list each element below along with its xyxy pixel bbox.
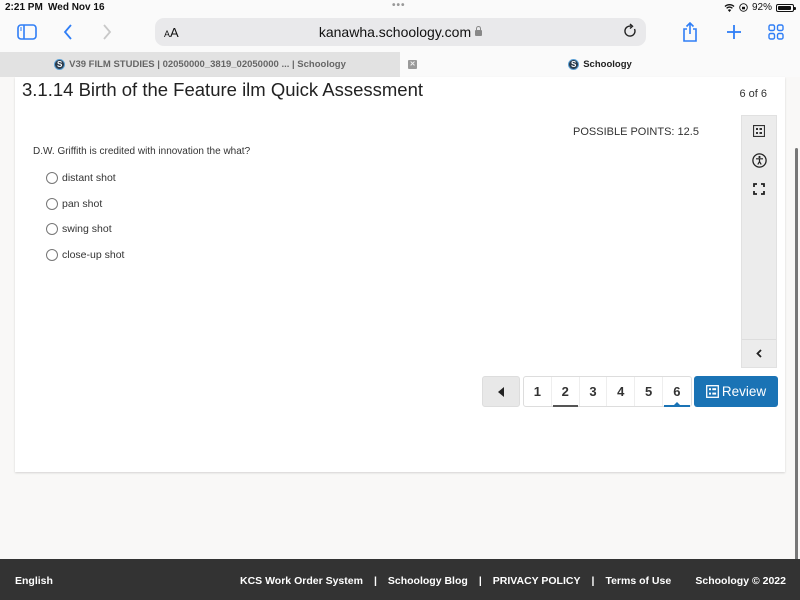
orientation-lock-icon bbox=[739, 3, 748, 12]
browser-toolbar: AA kanawha.schoology.com bbox=[0, 16, 800, 52]
tab-bar: S V39 FILM STUDIES | 02050000_3819_02050… bbox=[0, 52, 800, 77]
status-bar: 2:21 PM Wed Nov 16 ••• 92% bbox=[0, 0, 800, 16]
chevron-left-icon bbox=[756, 349, 762, 358]
page-button-2[interactable]: 2 bbox=[552, 377, 580, 407]
radio-button[interactable] bbox=[46, 172, 58, 184]
share-icon[interactable] bbox=[680, 21, 700, 43]
page-button-1[interactable]: 1 bbox=[524, 377, 552, 406]
battery-percent: 92% bbox=[751, 2, 772, 13]
answer-label: close-up shot bbox=[62, 249, 125, 261]
page-button-5[interactable]: 5 bbox=[635, 377, 663, 406]
forward-icon[interactable] bbox=[99, 23, 115, 41]
tab-film-studies[interactable]: S V39 FILM STUDIES | 02050000_3819_02050… bbox=[0, 52, 400, 77]
radio-button[interactable] bbox=[46, 223, 58, 235]
new-tab-icon[interactable] bbox=[724, 22, 744, 42]
status-date: Wed Nov 16 bbox=[48, 2, 105, 13]
collapse-panel-button[interactable] bbox=[742, 339, 776, 367]
footer-link-work-order[interactable]: KCS Work Order System bbox=[240, 575, 363, 587]
footer-link-privacy[interactable]: PRIVACY POLICY bbox=[493, 575, 581, 587]
footer-link-blog[interactable]: Schoology Blog bbox=[388, 575, 468, 587]
sidebar-toggle-icon[interactable] bbox=[16, 23, 38, 41]
close-tab-icon[interactable]: ✕ bbox=[408, 60, 417, 69]
radio-button[interactable] bbox=[46, 198, 58, 210]
footer-separator: | bbox=[373, 575, 377, 587]
schoology-favicon: S bbox=[568, 59, 580, 70]
footer-link-terms[interactable]: Terms of Use bbox=[605, 575, 671, 587]
status-time: 2:21 PM bbox=[5, 2, 43, 13]
url-text[interactable]: kanawha.schoology.com bbox=[155, 24, 646, 40]
page-button-3[interactable]: 3 bbox=[580, 377, 608, 406]
review-list-icon bbox=[705, 385, 719, 398]
question-pagination: 1 2 3 4 5 6 bbox=[523, 376, 692, 407]
back-icon[interactable] bbox=[60, 23, 76, 41]
answer-label: swing shot bbox=[62, 223, 112, 235]
multitasking-dots-icon[interactable]: ••• bbox=[392, 0, 406, 11]
answer-label: pan shot bbox=[62, 198, 103, 210]
answer-option[interactable]: pan shot bbox=[46, 196, 102, 212]
tab-label: Schoology bbox=[583, 59, 632, 70]
tab-overview-icon[interactable] bbox=[766, 22, 786, 42]
schoology-favicon: S bbox=[54, 59, 66, 70]
footer: English KCS Work Order System | Schoolog… bbox=[0, 559, 800, 600]
radio-button[interactable] bbox=[46, 249, 58, 261]
page-title: 3.1.14 Birth of the Feature ilm Quick As… bbox=[22, 79, 424, 100]
footer-links: KCS Work Order System | Schoology Blog |… bbox=[240, 575, 671, 587]
caret-left-icon bbox=[497, 386, 504, 397]
review-button[interactable]: Review bbox=[694, 376, 778, 407]
reload-icon[interactable] bbox=[622, 23, 640, 41]
status-right: 92% bbox=[724, 2, 796, 13]
tab-label: V39 FILM STUDIES | 02050000_3819_0205000… bbox=[69, 59, 346, 70]
review-label: Review bbox=[721, 384, 767, 399]
question-counter: 6 of 6 bbox=[739, 88, 767, 100]
url-value: kanawha.schoology.com bbox=[318, 24, 472, 40]
assessment-card: 3.1.14 Birth of the Feature ilm Quick As… bbox=[15, 77, 785, 472]
footer-separator: | bbox=[591, 575, 595, 587]
page-scrollbar[interactable] bbox=[795, 148, 798, 600]
page-button-6[interactable]: 6 bbox=[663, 377, 691, 407]
lock-icon bbox=[475, 26, 483, 36]
copyright: Schoology © 2022 bbox=[695, 575, 786, 587]
tab-schoology[interactable]: ✕ S Schoology bbox=[400, 52, 800, 77]
language-selector[interactable]: English bbox=[15, 575, 53, 587]
tool-panel bbox=[741, 115, 777, 368]
answer-option[interactable]: distant shot bbox=[46, 170, 116, 186]
battery-icon bbox=[776, 3, 796, 12]
page-button-4[interactable]: 4 bbox=[607, 377, 636, 406]
battery-fill bbox=[778, 5, 791, 10]
question-list-icon[interactable] bbox=[742, 119, 776, 143]
previous-question-button[interactable] bbox=[482, 376, 520, 407]
question-text: D.W. Griffith is credited with innovatio… bbox=[33, 146, 251, 157]
wifi-icon bbox=[724, 4, 735, 12]
possible-points: POSSIBLE POINTS: 12.5 bbox=[573, 126, 699, 138]
answer-label: distant shot bbox=[62, 172, 116, 184]
accessibility-icon[interactable] bbox=[742, 148, 776, 172]
fullscreen-icon[interactable] bbox=[742, 177, 776, 201]
footer-separator: | bbox=[478, 575, 482, 587]
answer-option[interactable]: close-up shot bbox=[46, 247, 124, 263]
address-bar[interactable]: AA kanawha.schoology.com bbox=[155, 18, 646, 46]
answer-option[interactable]: swing shot bbox=[46, 221, 112, 237]
